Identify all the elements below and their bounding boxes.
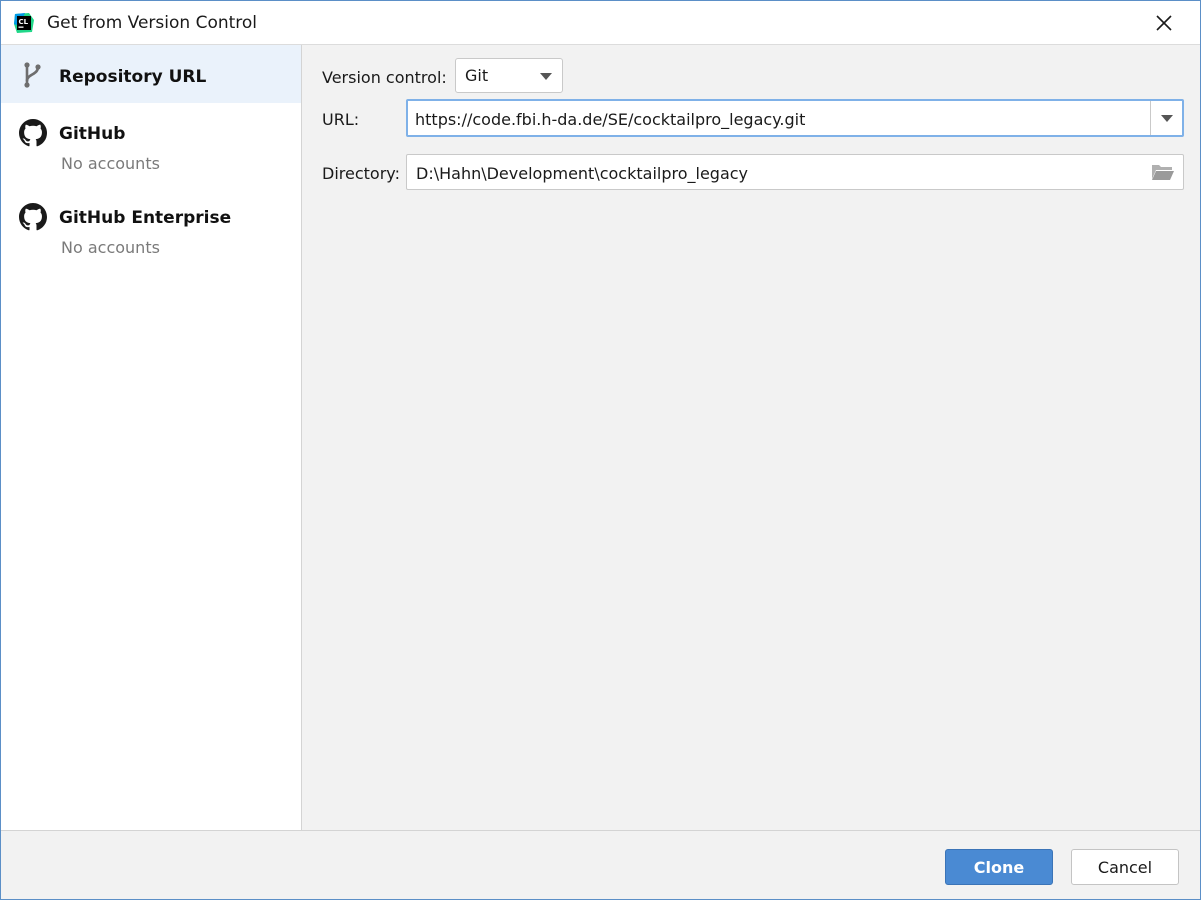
window-title: Get from Version Control — [47, 13, 258, 33]
sidebar-item-subtitle: No accounts — [61, 154, 160, 173]
vcs-branch-icon — [24, 62, 41, 88]
app-icon-text: CL — [19, 18, 29, 26]
version-control-select[interactable]: Git — [455, 58, 563, 93]
url-input[interactable] — [415, 107, 1143, 131]
url-history-dropdown-button[interactable] — [1150, 101, 1182, 135]
cancel-button[interactable]: Cancel — [1071, 849, 1179, 885]
sidebar-item-label: Repository URL — [59, 67, 207, 87]
github-icon — [19, 119, 47, 147]
sidebar-item-subtitle: No accounts — [61, 238, 160, 257]
directory-label: Directory: — [322, 164, 400, 183]
sidebar-item-github-enterprise[interactable]: GitHub Enterprise No accounts — [1, 187, 301, 271]
sidebar-item-label: GitHub Enterprise — [59, 208, 232, 228]
dialog-footer: Clone Cancel — [1, 830, 1200, 899]
sidebar-item-label: GitHub — [59, 124, 126, 144]
chevron-down-icon — [540, 73, 552, 80]
url-combobox[interactable] — [406, 99, 1184, 137]
close-icon — [1156, 15, 1172, 31]
clone-button[interactable]: Clone — [945, 849, 1053, 885]
dialog-window: CL Get from Version Control Repository U… — [0, 0, 1201, 900]
version-control-value: Git — [465, 66, 489, 85]
clion-app-icon: CL — [14, 13, 34, 33]
sidebar-item-github[interactable]: GitHub No accounts — [1, 103, 301, 187]
title-bar: CL Get from Version Control — [1, 1, 1200, 45]
directory-field[interactable] — [406, 154, 1184, 190]
sidebar-item-repository-url[interactable]: Repository URL — [1, 45, 301, 103]
github-icon — [19, 203, 47, 231]
url-label: URL: — [322, 110, 360, 129]
close-button[interactable] — [1128, 1, 1200, 45]
version-control-label: Version control: — [322, 68, 447, 87]
chevron-down-icon — [1161, 115, 1173, 122]
folder-icon[interactable] — [1151, 162, 1175, 182]
main-panel: Version control: Git URL: Directory: — [302, 45, 1200, 830]
sidebar: Repository URL GitHub No accounts GitHub… — [1, 45, 302, 830]
directory-input[interactable] — [416, 161, 1136, 185]
